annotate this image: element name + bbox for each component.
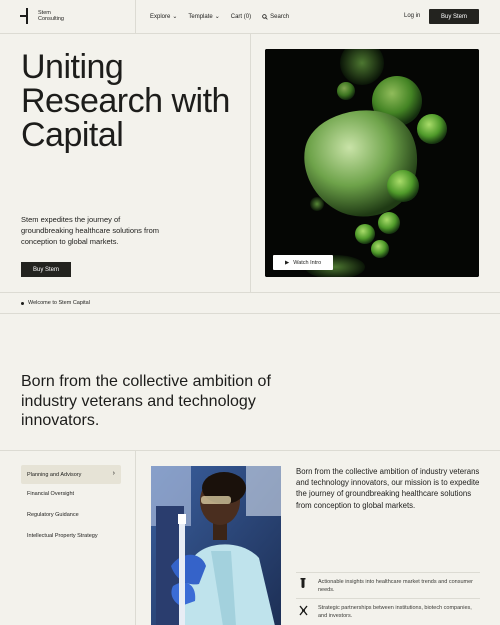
service-tab-label: Regulatory Guidance: [27, 512, 79, 518]
play-icon: ▶: [285, 259, 290, 266]
mission-body: Born from the collective ambition of ind…: [296, 467, 480, 510]
mission-heading: Born from the collective ambition of ind…: [21, 373, 271, 429]
search-icon: [262, 13, 268, 20]
service-tab-label: Financial Oversight: [27, 491, 75, 497]
login-link[interactable]: Log in: [404, 13, 420, 19]
service-tab-regulatory[interactable]: Regulatory Guidance: [21, 512, 79, 518]
nav-cart-label: Cart (0): [230, 13, 252, 20]
hero-title: Uniting Research with Capital: [21, 50, 251, 152]
nav-explore-label: Explore: [150, 13, 171, 20]
feature-divider: [296, 572, 480, 573]
buy-stem-button[interactable]: Buy Stem: [429, 9, 479, 24]
bullet-icon: [21, 301, 24, 305]
watch-intro-label: Watch Intro: [293, 259, 322, 266]
logo[interactable]: Stem Consulting: [20, 8, 64, 24]
hero-title-line: Capital: [21, 116, 124, 154]
scientist-photo: [151, 466, 281, 625]
service-tab-financial[interactable]: Financial Oversight: [21, 491, 74, 497]
welcome-text: Welcome to Stem Capital: [21, 300, 90, 306]
section-divider: [0, 450, 500, 451]
dna-icon: [298, 605, 308, 618]
welcome-label: Welcome to Stem Capital: [28, 300, 90, 306]
chevron-down-icon: ⌄: [214, 14, 220, 20]
services-divider: [135, 451, 136, 625]
hero-description: Stem expedites the journey of groundbrea…: [21, 215, 159, 246]
nav-search-label: Search: [270, 13, 290, 20]
welcome-band: Welcome to Stem Capital: [0, 292, 500, 314]
logo-line-2: Consulting: [38, 16, 64, 22]
service-tab-label: Intellectual Property Strategy: [27, 533, 98, 539]
feature-text: Actionable insights into healthcare mark…: [318, 579, 474, 593]
logo-text: Stem Consulting: [38, 10, 64, 23]
nav-template[interactable]: Template ⌄: [188, 13, 220, 21]
feature-text: Strategic partnerships between instituti…: [318, 605, 472, 619]
hero-video[interactable]: [265, 49, 479, 277]
service-tab-label: Planning and Advisory: [27, 471, 82, 478]
chevron-down-icon: ⌄: [172, 14, 178, 20]
header-divider: [135, 0, 136, 34]
service-tab-ip[interactable]: Intellectual Property Strategy: [21, 533, 98, 539]
hero-title-line: Uniting: [21, 48, 124, 86]
feature-divider: [296, 598, 480, 599]
cell-illustration: [265, 49, 479, 277]
nav-cart[interactable]: Cart (0): [231, 13, 251, 20]
chevron-right-icon: ›: [112, 470, 115, 477]
hero-buy-button[interactable]: Buy Stem: [21, 262, 71, 277]
hero-divider: [250, 34, 251, 292]
test-tube-icon: [298, 578, 308, 591]
service-tab-planning[interactable]: Planning and Advisory ›: [21, 465, 121, 484]
nav-template-label: Template: [188, 13, 213, 20]
scientist-illustration: [151, 466, 281, 625]
nav-search[interactable]: Search: [262, 13, 289, 20]
logo-mark-icon: [20, 8, 33, 24]
main-nav: Explore ⌄ Template ⌄ Cart (0) Search: [150, 13, 289, 21]
watch-intro-button[interactable]: ▶ Watch Intro: [273, 255, 333, 270]
nav-explore[interactable]: Explore ⌄: [150, 13, 178, 21]
site-header: Stem Consulting Explore ⌄ Template ⌄ Car…: [0, 0, 500, 34]
hero-title-line: Research with: [21, 82, 230, 120]
